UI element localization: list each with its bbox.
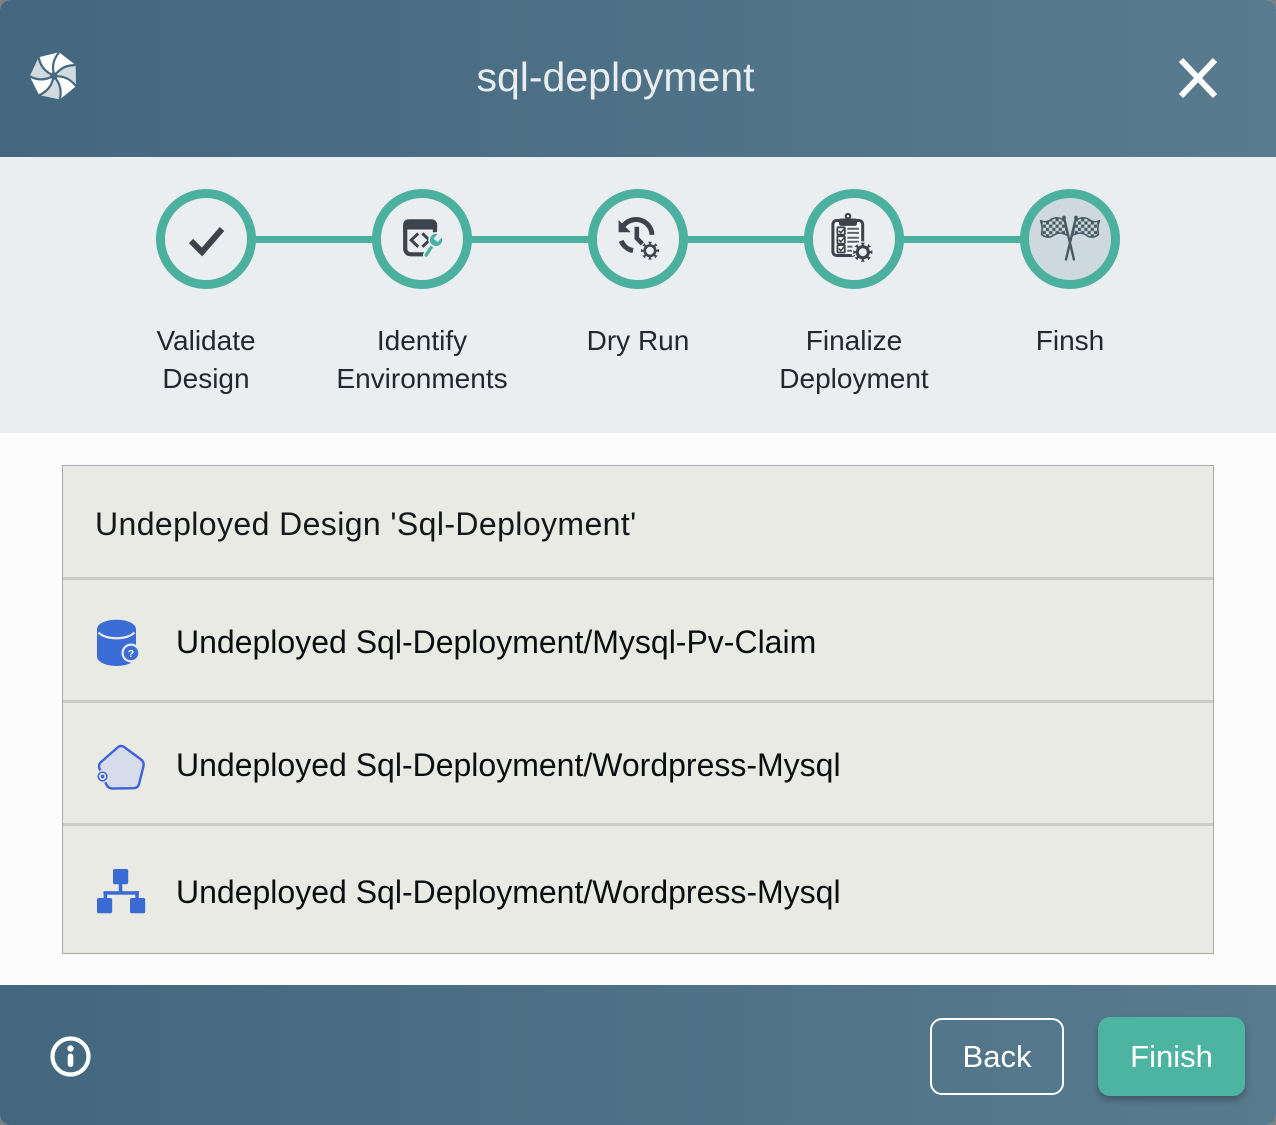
svg-text:?: ? [128, 648, 134, 660]
